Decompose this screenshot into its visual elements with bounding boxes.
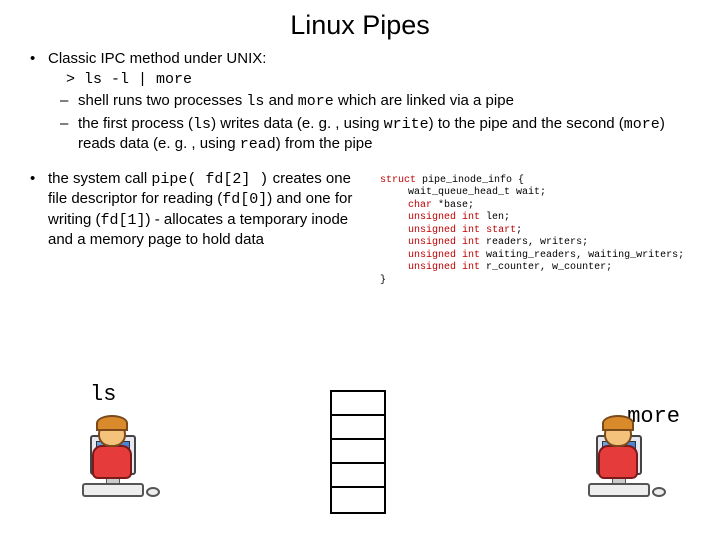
keyboard-icon bbox=[588, 483, 650, 497]
struct-line: unsigned int r_counter, w_counter; bbox=[380, 262, 684, 275]
txt: ) writes data (e. g. , using bbox=[211, 115, 384, 132]
kw-int: int bbox=[462, 250, 480, 261]
pipe-buffer-icon bbox=[330, 390, 386, 514]
code-fd0: fd[0] bbox=[222, 191, 267, 208]
txt: which are linked via a pipe bbox=[334, 92, 514, 109]
bullet-pipe-syscall: the system call pipe( fd[2] ) creates on… bbox=[30, 169, 370, 250]
struct-line: unsigned int waiting_readers, waiting_wr… bbox=[380, 250, 684, 263]
sub-first-process: the first process (ls) writes data (e. g… bbox=[48, 114, 698, 155]
txt: the system call bbox=[48, 170, 151, 187]
txt: *base; bbox=[432, 200, 474, 211]
kw-start: start bbox=[486, 225, 516, 236]
hair bbox=[602, 415, 634, 431]
code-ls: ls bbox=[193, 116, 211, 133]
buffer-cell bbox=[332, 392, 384, 416]
bullet-classic-ipc: Classic IPC method under UNIX: > ls -l |… bbox=[30, 49, 698, 155]
code-write: write bbox=[384, 116, 429, 133]
txt: waiting_readers, waiting_writers; bbox=[480, 250, 684, 261]
keyboard-icon bbox=[82, 483, 144, 497]
command-text: ls -l | more bbox=[84, 71, 192, 88]
txt: shell runs two processes bbox=[78, 92, 246, 109]
kw-unsigned: unsigned bbox=[408, 262, 456, 273]
txt: len; bbox=[480, 212, 510, 223]
struct-line: wait_queue_head_t wait; bbox=[380, 187, 684, 200]
struct-line: unsigned int start; bbox=[380, 225, 684, 238]
code-fd1: fd[1] bbox=[101, 212, 146, 229]
buffer-cell bbox=[332, 464, 384, 488]
sub-shell-runs: shell runs two processes ls and more whi… bbox=[48, 91, 698, 112]
torso bbox=[92, 445, 132, 479]
struct-line: char *base; bbox=[380, 200, 684, 213]
torso bbox=[598, 445, 638, 479]
txt: r_counter, w_counter; bbox=[480, 262, 612, 273]
txt: readers, writers; bbox=[480, 237, 588, 248]
slide-body: Classic IPC method under UNIX: > ls -l |… bbox=[0, 49, 720, 287]
struct-line: unsigned int readers, writers; bbox=[380, 237, 684, 250]
user-at-computer-icon bbox=[574, 425, 664, 520]
prompt: > bbox=[66, 71, 84, 88]
code-more: more bbox=[624, 116, 660, 133]
command-line: > ls -l | more bbox=[66, 69, 698, 90]
label-ls: ls bbox=[90, 382, 116, 407]
mouse-icon bbox=[146, 487, 160, 497]
kw-unsigned: unsigned bbox=[408, 250, 456, 261]
txt: and bbox=[264, 92, 297, 109]
kw-unsigned: unsigned bbox=[408, 237, 456, 248]
illustration-row: ls more bbox=[0, 376, 720, 526]
struct-line: struct pipe_inode_info { bbox=[380, 175, 684, 188]
kw-int: int bbox=[462, 237, 480, 248]
txt: ; bbox=[516, 225, 522, 236]
struct-line: unsigned int len; bbox=[380, 212, 684, 225]
buffer-cell bbox=[332, 488, 384, 512]
kw-int: int bbox=[462, 212, 480, 223]
txt: ) to the pipe and the second ( bbox=[429, 115, 624, 132]
txt: pipe_inode_info { bbox=[416, 175, 524, 186]
txt: the first process ( bbox=[78, 115, 193, 132]
kw-unsigned: unsigned bbox=[408, 225, 456, 236]
hair bbox=[96, 415, 128, 431]
bullet1-lead: Classic IPC method under UNIX: bbox=[48, 50, 266, 67]
code-pipe: pipe( fd[2] ) bbox=[151, 171, 268, 188]
kw-int: int bbox=[462, 262, 480, 273]
kw-struct: struct bbox=[380, 175, 416, 186]
kw-unsigned: unsigned bbox=[408, 212, 456, 223]
buffer-cell bbox=[332, 416, 384, 440]
buffer-cell bbox=[332, 440, 384, 464]
struct-line: } bbox=[380, 275, 684, 288]
slide-title: Linux Pipes bbox=[0, 0, 720, 49]
code-more: more bbox=[298, 93, 334, 110]
code-read: read bbox=[240, 136, 276, 153]
mouse-icon bbox=[652, 487, 666, 497]
user-at-computer-icon bbox=[68, 425, 158, 520]
code-ls: ls bbox=[246, 93, 264, 110]
txt: ) from the pipe bbox=[276, 135, 373, 152]
kw-char: char bbox=[408, 200, 432, 211]
struct-code: struct pipe_inode_info { wait_queue_head… bbox=[380, 175, 684, 288]
kw-int: int bbox=[462, 225, 480, 236]
